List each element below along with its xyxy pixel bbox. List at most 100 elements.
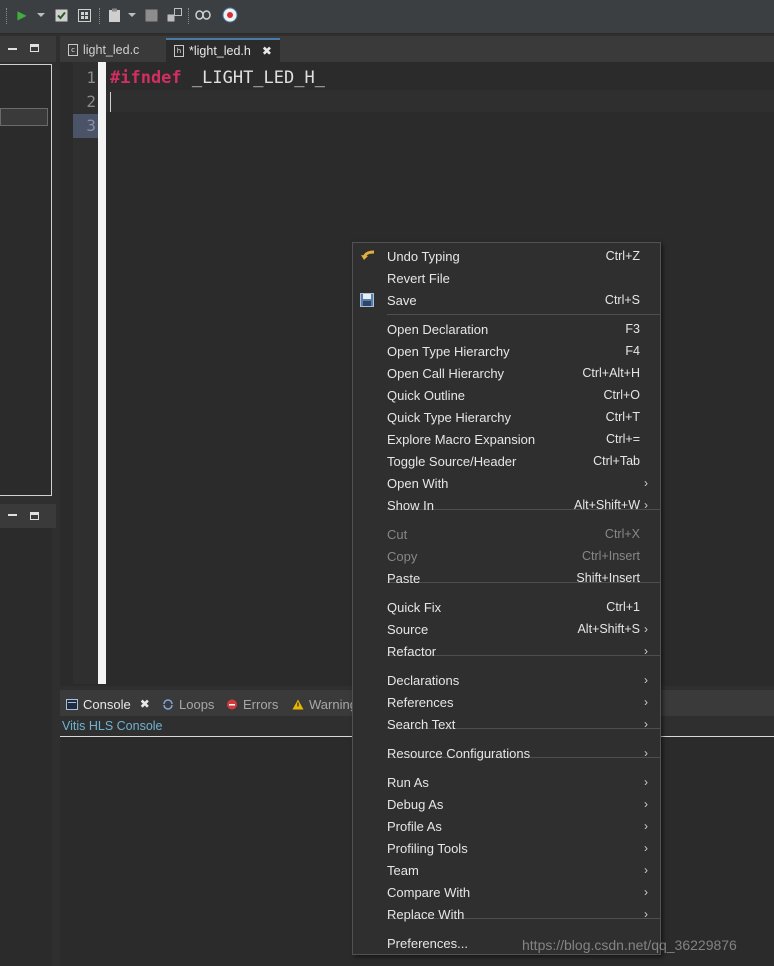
menu-item-search-text[interactable]: Search Text ›: [353, 713, 660, 735]
menu-item-profiling-tools[interactable]: Profiling Tools ›: [353, 837, 660, 859]
menu-item-quick-fix[interactable]: Quick Fix Ctrl+1: [353, 596, 660, 618]
submenu-arrow-icon: ›: [644, 885, 648, 899]
line-number: 2: [86, 92, 96, 111]
tab-label: light_led.c: [83, 43, 140, 57]
menu-item-team[interactable]: Team ›: [353, 859, 660, 881]
submenu-arrow-icon: ›: [644, 498, 648, 512]
menu-item-declarations[interactable]: Declarations ›: [353, 669, 660, 691]
menu-item-run-as[interactable]: Run As ›: [353, 771, 660, 793]
menu-item-label: Search Text: [387, 716, 456, 732]
tab-label: Errors: [243, 696, 279, 712]
dropdown-icon[interactable]: [128, 13, 136, 17]
context-menu: Undo Typing Ctrl+Z Revert File Save Ctrl+S Op…: [352, 242, 661, 955]
menu-item-resource-configurations[interactable]: Resource Configurations ›: [353, 742, 660, 764]
menu-item-quick-type-hierarchy[interactable]: Quick Type Hierarchy Ctrl+T: [353, 406, 660, 428]
menu-item-paste[interactable]: Paste Shift+Insert: [353, 567, 660, 589]
close-icon[interactable]: ✖: [140, 697, 150, 711]
stop-icon[interactable]: [143, 7, 159, 23]
menu-item-cut[interactable]: Cut Ctrl+X: [353, 523, 660, 545]
editor-tab-bar: c light_led.c h *light_led.h ✖: [60, 36, 774, 62]
menu-item-label: Profile As: [387, 818, 442, 834]
tab-loops[interactable]: Loops: [162, 693, 214, 715]
run-icon[interactable]: ▶: [14, 7, 30, 23]
menu-item-shortcut: Ctrl+S: [604, 293, 640, 307]
menu-item-undo-typing[interactable]: Undo Typing Ctrl+Z: [353, 245, 660, 267]
menu-item-save[interactable]: Save Ctrl+S: [353, 289, 660, 311]
tab-console[interactable]: Console ✖: [66, 693, 150, 715]
menu-item-label: Open Declaration: [387, 321, 489, 337]
menu-item-quick-outline[interactable]: Quick Outline Ctrl+O: [353, 384, 660, 406]
menu-item-label: Cut: [387, 526, 408, 542]
tab-label: Console: [83, 696, 131, 712]
submenu-arrow-icon: ›: [644, 775, 648, 789]
menu-item-compare-with[interactable]: Compare With ›: [353, 881, 660, 903]
dropdown-icon[interactable]: [37, 13, 45, 17]
menu-item-toggle-source-header[interactable]: Toggle Source/Header Ctrl+Tab: [353, 450, 660, 472]
tab-light-led-c[interactable]: c light_led.c: [60, 38, 147, 62]
menu-item-show-in[interactable]: Show In Alt+Shift+W ›: [353, 494, 660, 516]
minimize-icon[interactable]: [8, 514, 17, 516]
text-caret: [110, 92, 111, 112]
menu-item-label: Explore Macro Expansion: [387, 431, 536, 447]
tab-errors[interactable]: Errors: [226, 693, 278, 715]
menu-item-open-call-hierarchy[interactable]: Open Call Hierarchy Ctrl+Alt+H: [353, 362, 660, 384]
menu-item-refactor[interactable]: Refactor ›: [353, 640, 660, 662]
menu-item-label: Paste: [387, 570, 421, 586]
menu-item-label: Profiling Tools: [387, 840, 468, 856]
clipboard-icon[interactable]: [106, 7, 122, 23]
menu-item-shortcut: Shift+Insert: [576, 571, 640, 585]
submenu-arrow-icon: ›: [644, 907, 648, 921]
menu-item-open-with[interactable]: Open With ›: [353, 472, 660, 494]
submenu-arrow-icon: ›: [644, 673, 648, 687]
left-panel-header: [0, 36, 56, 62]
grid-icon[interactable]: [76, 7, 92, 23]
errors-icon: [227, 699, 237, 709]
menu-separator: [387, 314, 660, 315]
menu-item-shortcut: Ctrl+X: [604, 527, 640, 541]
menu-item-label: Quick Fix: [387, 599, 442, 615]
menu-item-debug-as[interactable]: Debug As ›: [353, 793, 660, 815]
save-icon: [360, 293, 374, 307]
menu-item-open-type-hierarchy[interactable]: Open Type Hierarchy F4: [353, 340, 660, 362]
close-icon[interactable]: ✖: [262, 44, 272, 58]
menu-item-label: Debug As: [387, 796, 444, 812]
menu-item-copy[interactable]: Copy Ctrl+Insert: [353, 545, 660, 567]
main-toolbar: ▶: [0, 0, 774, 34]
menu-item-explore-macro-expansion[interactable]: Explore Macro Expansion Ctrl+=: [353, 428, 660, 450]
tab-label: *light_led.h: [189, 44, 251, 58]
console-title: Vitis HLS Console: [62, 719, 163, 733]
code-keyword: #ifndef: [110, 68, 182, 88]
chain-icon[interactable]: [195, 7, 211, 23]
menu-item-replace-with[interactable]: Replace With ›: [353, 903, 660, 925]
maximize-icon[interactable]: [30, 44, 39, 52]
submenu-arrow-icon: ›: [644, 476, 648, 490]
menu-item-open-declaration[interactable]: Open Declaration F3: [353, 318, 660, 340]
minimize-icon[interactable]: [8, 48, 17, 50]
selected-tree-item[interactable]: [0, 108, 48, 126]
checkbox-icon[interactable]: [53, 7, 69, 23]
menu-item-shortcut: Alt+Shift+S: [577, 622, 640, 636]
line-number: 1: [86, 68, 96, 87]
code-identifier: _LIGHT_LED_H_: [181, 68, 325, 88]
menu-item-label: Preferences...: [387, 935, 468, 951]
tab-light-led-h[interactable]: h *light_led.h ✖: [166, 38, 280, 62]
menu-item-label: Team: [387, 862, 419, 878]
menu-item-revert-file[interactable]: Revert File: [353, 267, 660, 289]
outline-panel: [0, 528, 52, 966]
submenu-arrow-icon: ›: [644, 819, 648, 833]
left-lower-panel-header: [0, 504, 56, 528]
menu-item-shortcut: F3: [625, 322, 640, 336]
menu-item-source[interactable]: Source Alt+Shift+S ›: [353, 618, 660, 640]
submenu-arrow-icon: ›: [644, 717, 648, 731]
maximize-icon[interactable]: [30, 512, 39, 520]
menu-item-shortcut: Ctrl+T: [605, 410, 640, 424]
menu-item-references[interactable]: References ›: [353, 691, 660, 713]
loops-icon: [163, 698, 173, 710]
watermark: https://blog.csdn.net/qq_36229876: [522, 937, 737, 953]
layers-icon[interactable]: [166, 7, 182, 23]
toolbar-separator: [99, 8, 100, 24]
c-file-icon: c: [68, 44, 78, 56]
menu-item-profile-as[interactable]: Profile As ›: [353, 815, 660, 837]
menu-item-label: Refactor: [387, 643, 437, 659]
help-bubble-icon[interactable]: [222, 7, 238, 23]
